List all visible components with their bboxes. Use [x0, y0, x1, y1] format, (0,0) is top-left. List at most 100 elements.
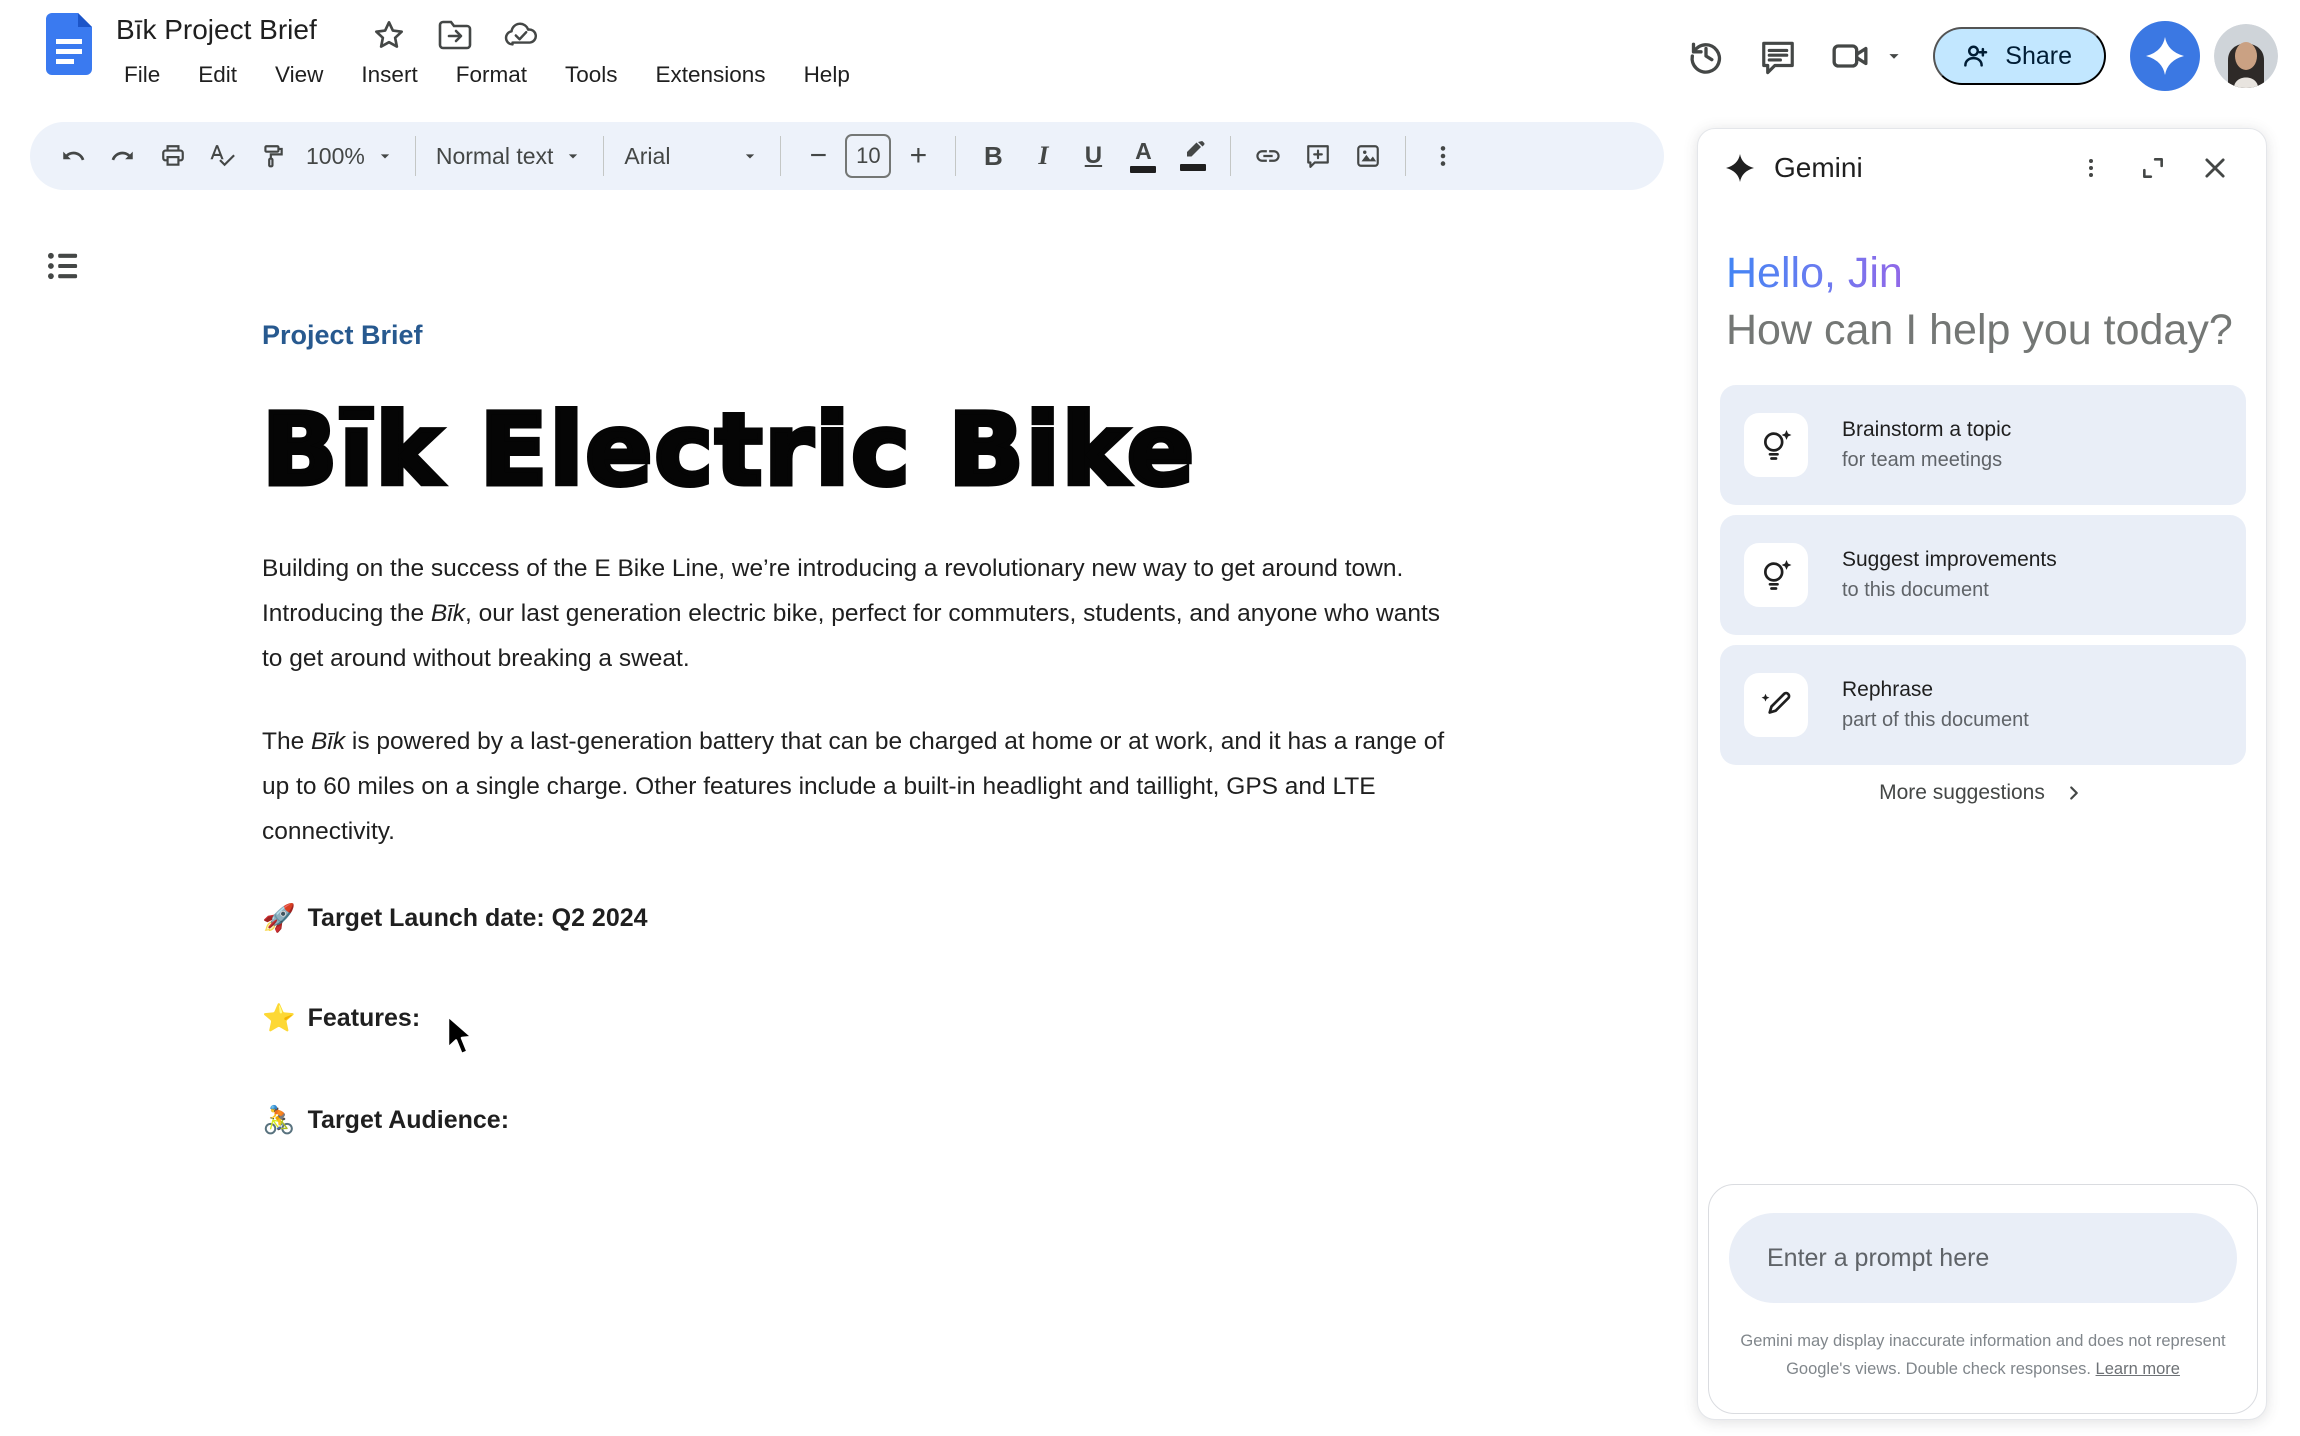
- greeting-hello: Hello, Jin: [1726, 249, 1903, 298]
- gemini-spark-button[interactable]: [2130, 21, 2200, 91]
- suggestion-title: Suggest improvements: [1842, 548, 2057, 572]
- menu-insert[interactable]: Insert: [349, 56, 429, 94]
- share-button[interactable]: Share: [1933, 27, 2106, 85]
- paint-format-icon[interactable]: [250, 132, 296, 180]
- doc-launch-line[interactable]: 🚀 Target Launch date: Q2 2024: [262, 902, 1442, 934]
- doc-eyebrow-heading[interactable]: Project Brief: [262, 320, 1442, 351]
- gemini-close-icon[interactable]: [2192, 145, 2238, 191]
- doc-paragraph-1[interactable]: Building on the success of the E Bike Li…: [262, 546, 1447, 681]
- highlight-color-icon[interactable]: [1170, 132, 1216, 180]
- suggestion-card-rephrase[interactable]: Rephrase part of this document: [1720, 645, 2246, 765]
- suggestion-subtitle: part of this document: [1842, 709, 2029, 732]
- gemini-spark-icon: [1726, 154, 1754, 182]
- menu-extensions[interactable]: Extensions: [644, 56, 778, 94]
- undo-icon[interactable]: [50, 132, 96, 180]
- paragraph-style-select[interactable]: Normal text: [430, 132, 590, 180]
- text-color-letter: A: [1135, 140, 1152, 163]
- gemini-panel-title: Gemini: [1774, 152, 1863, 184]
- chevron-down-icon: [740, 146, 760, 166]
- gemini-disclaimer: Gemini may display inaccurate informatio…: [1733, 1327, 2233, 1383]
- toolbar-divider: [1405, 136, 1406, 176]
- share-label: Share: [2005, 42, 2072, 71]
- more-suggestions-button[interactable]: More suggestions: [1698, 781, 2266, 805]
- audience-text: Target Audience:: [308, 1106, 509, 1135]
- formatting-toolbar: 100% Normal text Arial − 10 + B I U A: [30, 122, 1664, 190]
- decrease-font-size-button[interactable]: −: [795, 132, 841, 180]
- document-title[interactable]: Bīk Project Brief: [116, 14, 317, 46]
- mouse-cursor: [444, 1014, 478, 1060]
- toolbar-divider: [415, 136, 416, 176]
- bulb-spark-icon: [1744, 413, 1808, 477]
- suggestion-subtitle: for team meetings: [1842, 449, 2011, 472]
- add-comment-icon[interactable]: [1295, 132, 1341, 180]
- pen-spark-icon: [1744, 673, 1808, 737]
- menu-file[interactable]: File: [112, 56, 172, 94]
- learn-more-link[interactable]: Learn more: [2096, 1360, 2180, 1378]
- gemini-spark-icon: [2146, 37, 2184, 75]
- comments-icon[interactable]: [1749, 27, 1807, 85]
- doc-features-line[interactable]: ⭐ Features:: [262, 1002, 1442, 1034]
- bulb-spark-icon: [1744, 543, 1808, 607]
- menu-format[interactable]: Format: [444, 56, 539, 94]
- gemini-greeting: Hello, Jin How can I help you today?: [1726, 249, 2233, 355]
- meet-dropdown-caret-icon[interactable]: [1883, 45, 1905, 67]
- menu-edit[interactable]: Edit: [186, 56, 249, 94]
- suggestion-title: Rephrase: [1842, 678, 2029, 702]
- menu-view[interactable]: View: [263, 56, 335, 94]
- font-value: Arial: [624, 143, 670, 170]
- doc-main-title[interactable]: Bīk Electric Bike: [262, 393, 1442, 508]
- paragraph-text: is powered by a last-generation battery …: [262, 728, 1444, 845]
- toolbar-divider: [955, 136, 956, 176]
- star-icon[interactable]: [372, 18, 406, 52]
- text-color-icon[interactable]: A: [1120, 132, 1166, 180]
- redo-icon[interactable]: [100, 132, 146, 180]
- doc-audience-line[interactable]: 🚴 Target Audience:: [262, 1104, 1442, 1136]
- suggestion-card-brainstorm[interactable]: Brainstorm a topic for team meetings: [1720, 385, 2246, 505]
- launch-text: Target Launch date: Q2 2024: [308, 904, 648, 933]
- increase-font-size-button[interactable]: +: [895, 132, 941, 180]
- toolbar-divider: [1230, 136, 1231, 176]
- google-docs-logo[interactable]: [46, 13, 92, 75]
- spellcheck-icon[interactable]: [200, 132, 246, 180]
- insert-link-icon[interactable]: [1245, 132, 1291, 180]
- zoom-select[interactable]: 100%: [300, 132, 401, 180]
- chevron-right-icon: [2063, 782, 2085, 804]
- chevron-down-icon: [375, 146, 395, 166]
- cyclist-emoji: 🚴: [262, 1104, 296, 1136]
- bold-icon[interactable]: B: [970, 132, 1016, 180]
- gemini-more-options-icon[interactable]: [2068, 145, 2114, 191]
- paragraph-style-value: Normal text: [436, 143, 554, 170]
- font-select[interactable]: Arial: [618, 132, 766, 180]
- suggestion-subtitle: to this document: [1842, 579, 2057, 602]
- avatar[interactable]: [2214, 24, 2278, 88]
- features-text: Features:: [308, 1004, 421, 1033]
- suggestion-title: Brainstorm a topic: [1842, 418, 2011, 442]
- star-emoji: ⭐: [262, 1002, 296, 1034]
- font-size-input[interactable]: 10: [845, 134, 891, 178]
- cloud-saved-icon[interactable]: [504, 18, 538, 52]
- more-options-icon[interactable]: [1420, 132, 1466, 180]
- menu-help[interactable]: Help: [792, 56, 862, 94]
- doc-paragraph-2[interactable]: The Bīk is powered by a last-generation …: [262, 719, 1447, 854]
- prompt-input[interactable]: [1729, 1213, 2237, 1303]
- person-add-icon: [1961, 41, 1991, 71]
- italic-icon[interactable]: I: [1020, 132, 1066, 180]
- gemini-side-panel: Gemini Hello, Jin How can I help you tod…: [1697, 128, 2267, 1420]
- suggestion-card-improvements[interactable]: Suggest improvements to this document: [1720, 515, 2246, 635]
- insert-image-icon[interactable]: [1345, 132, 1391, 180]
- zoom-value: 100%: [306, 143, 365, 170]
- toolbar-divider: [780, 136, 781, 176]
- version-history-icon[interactable]: [1677, 27, 1735, 85]
- rocket-emoji: 🚀: [262, 902, 296, 934]
- gemini-expand-icon[interactable]: [2130, 145, 2176, 191]
- document-canvas[interactable]: Project Brief Bīk Electric Bike Building…: [262, 320, 1442, 1136]
- print-icon[interactable]: [150, 132, 196, 180]
- menu-tools[interactable]: Tools: [553, 56, 630, 94]
- underline-icon[interactable]: U: [1070, 132, 1116, 180]
- meet-video-icon[interactable]: [1821, 27, 1879, 85]
- move-folder-icon[interactable]: [438, 18, 472, 52]
- gemini-prompt-card: Gemini may display inaccurate informatio…: [1708, 1184, 2258, 1414]
- chevron-down-icon: [563, 146, 583, 166]
- paragraph-text: The: [262, 728, 311, 755]
- document-outline-icon[interactable]: [44, 246, 84, 286]
